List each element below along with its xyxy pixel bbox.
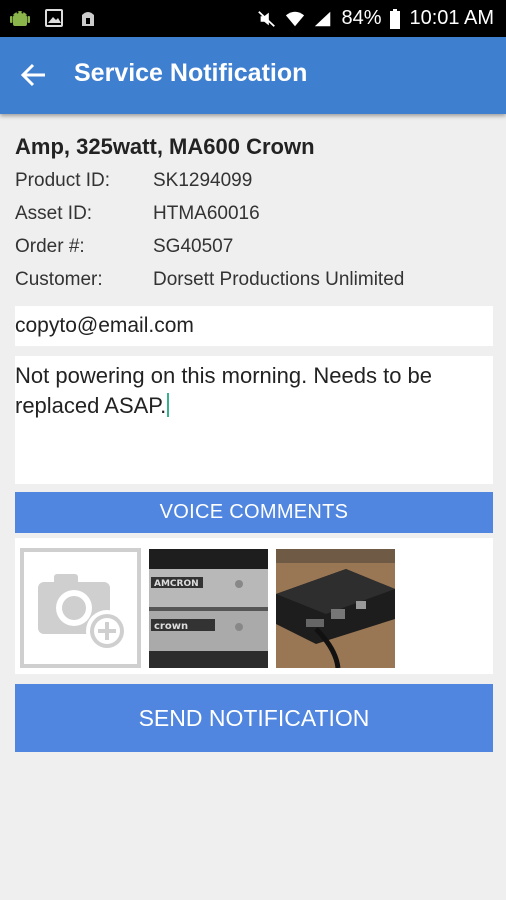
gallery-icon bbox=[45, 9, 63, 27]
wifi-icon bbox=[286, 11, 305, 26]
asset-id-value: HTMA60016 bbox=[153, 202, 260, 224]
comment-field[interactable]: Not powering on this morning. Needs to b… bbox=[15, 356, 493, 484]
photo-strip: AMCRON crown bbox=[15, 538, 493, 674]
asset-id-label: Asset ID: bbox=[15, 202, 93, 224]
info-row-order: Order #: SG40507 bbox=[15, 230, 493, 263]
battery-icon bbox=[390, 8, 401, 29]
thumb1-brand-top: AMCRON bbox=[154, 579, 199, 589]
info-row-product-id: Product ID: SK1294099 bbox=[15, 164, 493, 197]
product-id-label: Product ID: bbox=[15, 169, 111, 191]
page-title: Service Notification bbox=[74, 59, 308, 87]
email-value: copyto@email.com bbox=[15, 314, 194, 337]
customer-label: Customer: bbox=[15, 268, 103, 290]
photo-thumbnail-2[interactable] bbox=[276, 549, 395, 668]
thumb1-brand-bottom: crown bbox=[154, 621, 188, 632]
text-cursor bbox=[167, 393, 170, 417]
product-id-value: SK1294099 bbox=[153, 169, 253, 191]
order-label: Order #: bbox=[15, 235, 85, 257]
item-title: Amp, 325watt, MA600 Crown bbox=[15, 134, 315, 159]
customer-value: Dorsett Productions Unlimited bbox=[153, 268, 405, 290]
info-row-asset-id: Asset ID: HTMA60016 bbox=[15, 197, 493, 230]
status-bar: 84% 10:01 AM bbox=[0, 0, 506, 37]
back-button[interactable] bbox=[18, 57, 54, 93]
email-field[interactable]: copyto@email.com bbox=[15, 306, 493, 346]
amplifier-back-photo bbox=[276, 549, 395, 668]
send-notification-button[interactable]: SEND NOTIFICATION bbox=[15, 684, 493, 752]
amplifier-photo: AMCRON crown bbox=[149, 549, 268, 668]
android-debug-icon bbox=[10, 11, 30, 26]
app-bar: Service Notification bbox=[0, 37, 506, 114]
item-details: Amp, 325watt, MA600 Crown Product ID: SK… bbox=[15, 124, 493, 296]
comment-value: Not powering on this morning. Needs to b… bbox=[15, 363, 433, 418]
voice-comments-button[interactable]: VOICE COMMENTS bbox=[15, 492, 493, 533]
notification-icons bbox=[10, 7, 98, 29]
add-camera-icon bbox=[38, 574, 128, 652]
add-photo-button[interactable] bbox=[20, 548, 141, 668]
status-indicators: 84% 10:01 AM bbox=[257, 0, 494, 37]
arrow-left-icon bbox=[20, 63, 45, 87]
photo-thumbnail-1[interactable]: AMCRON crown bbox=[149, 549, 268, 668]
mute-icon bbox=[258, 10, 276, 27]
app-update-icon bbox=[82, 12, 94, 26]
clock: 10:01 AM bbox=[409, 7, 494, 29]
info-row-customer: Customer: Dorsett Productions Unlimited bbox=[15, 263, 493, 296]
order-value: SG40507 bbox=[153, 235, 234, 257]
battery-percent: 84% bbox=[341, 7, 382, 29]
signal-icon bbox=[315, 11, 331, 26]
